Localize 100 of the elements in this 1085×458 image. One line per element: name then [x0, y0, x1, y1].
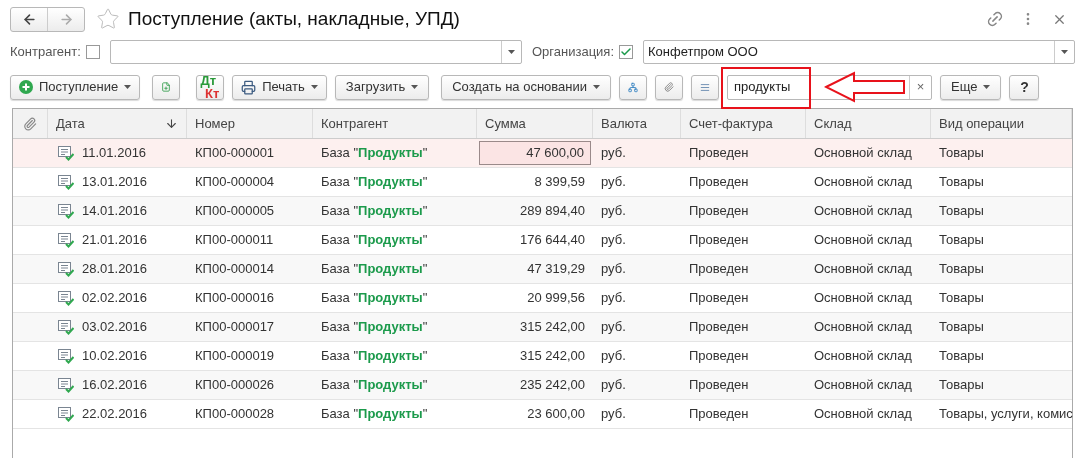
warehouse-text: Основной склад	[814, 405, 912, 424]
counterparty-text: База "Продукты"	[321, 376, 428, 395]
favorite-star-icon[interactable]	[96, 7, 120, 31]
filter-field[interactable]	[109, 40, 522, 64]
invoice-text: Проведен	[689, 231, 749, 250]
create-button[interactable]: Поступление	[10, 74, 141, 100]
warehouse-text: Основной склад	[814, 376, 912, 395]
load-button[interactable]: Загрузить	[334, 74, 430, 100]
warehouse-text: Основной склад	[814, 231, 912, 250]
currency-text: руб.	[601, 347, 626, 366]
currency-text: руб.	[601, 376, 626, 395]
counterparty-text: База "Продукты"	[321, 405, 428, 424]
currency-text: руб.	[601, 202, 626, 221]
structure-button[interactable]	[619, 74, 648, 100]
clear-button[interactable]: ×	[909, 75, 932, 99]
warehouse-text: Основной склад	[814, 347, 912, 366]
column-header[interactable]: Контрагент	[313, 109, 477, 138]
operation-text: Товары	[939, 347, 984, 366]
currency-text: руб.	[601, 260, 626, 279]
warehouse-text: Основной склад	[814, 318, 912, 337]
create-based-on-button[interactable]: Создать на основании	[441, 74, 612, 100]
counterparty-text: База "Продукты"	[321, 260, 428, 279]
currency-text: руб.	[601, 173, 626, 192]
date-text: 21.01.2016	[82, 231, 148, 250]
filter-label: Контрагент:	[10, 43, 81, 62]
amount-text: 47 319,29	[526, 260, 586, 279]
counterparty-text: База "Продукты"	[321, 318, 428, 337]
warehouse-text: Основной склад	[814, 202, 912, 221]
counterparty-text: База "Продукты"	[321, 347, 428, 366]
column-header[interactable]: Склад	[806, 109, 931, 138]
invoice-text: Проведен	[689, 202, 749, 221]
filter-checkbox[interactable]	[619, 45, 634, 59]
table-row[interactable]: 03.02.2016 КП00-000017 База "Продукты" 315 242,00 руб. Проведен Основной склад Товары	[13, 313, 1072, 342]
number-text: КП00-000026	[195, 376, 275, 395]
invoice-text: Проведен	[689, 289, 749, 308]
plus-circle-icon	[19, 80, 33, 94]
amount-text: 315 242,00	[518, 347, 586, 366]
warehouse-text: Основной склад	[814, 289, 912, 308]
paperclip-icon	[23, 116, 37, 131]
arrow-icon	[824, 70, 907, 103]
print-button[interactable]: Печать	[232, 74, 327, 100]
sort-arrow-icon	[165, 117, 178, 130]
invoice-text: Проведен	[689, 376, 749, 395]
counterparty-text: База "Продукты"	[321, 144, 428, 163]
operation-text: Товары	[939, 173, 984, 192]
date-text: 14.01.2016	[82, 202, 148, 221]
counterparty-text: База "Продукты"	[321, 231, 428, 250]
invoice-text: Проведен	[689, 347, 749, 366]
currency-text: руб.	[601, 405, 626, 424]
table-row[interactable]: 14.01.2016 КП00-000005 База "Продукты" 289 894,40 руб. Проведен Основной склад Товары	[13, 197, 1072, 226]
number-text: КП00-000016	[195, 289, 275, 308]
filter-label: Организация:	[532, 43, 615, 62]
column-header[interactable]: Сумма	[477, 109, 593, 138]
currency-text: руб.	[601, 144, 626, 163]
operation-text: Товары	[939, 376, 984, 395]
invoice-text: Проведен	[689, 405, 749, 424]
amount-text: 23 600,00	[526, 405, 586, 424]
currency-text: руб.	[601, 231, 626, 250]
amount-text: 20 999,56	[526, 289, 586, 308]
warehouse-text: Основной склад	[814, 144, 912, 163]
debit-credit-button[interactable]: Дт Кт	[196, 74, 225, 100]
date-text: 03.02.2016	[82, 318, 148, 337]
column-header[interactable]: Номер	[187, 109, 313, 138]
attach-button[interactable]	[655, 74, 684, 100]
filter-field[interactable]: Конфетпром ООО	[643, 40, 1075, 64]
amount-text: 47 600,00	[479, 141, 591, 165]
date-text: 22.02.2016	[82, 405, 148, 424]
warehouse-text: Основной склад	[814, 173, 912, 192]
number-text: КП00-000004	[195, 173, 275, 192]
filter-checkbox[interactable]	[85, 45, 100, 59]
operation-text: Товары	[939, 202, 984, 221]
file-plus-icon	[161, 79, 172, 95]
operation-text: Товары	[939, 144, 984, 163]
copy-document-button[interactable]	[152, 74, 181, 100]
search-field[interactable]: продукты ×	[727, 74, 933, 100]
counterparty-text: База "Продукты"	[321, 289, 428, 308]
table-row[interactable]: 28.01.2016 КП00-000014 База "Продукты" 47 319,29 руб. Проведен Основной склад Товары	[13, 255, 1072, 284]
list-button[interactable]	[691, 74, 720, 100]
caret-icon	[508, 50, 515, 54]
column-header[interactable]: Вид операции	[931, 109, 1072, 138]
table-row[interactable]: 11.01.2016 КП00-000001 База "Продукты" 47 600,00 руб. Проведен Основной склад Товары	[13, 139, 1072, 168]
help-button[interactable]: ?	[1009, 74, 1040, 100]
column-header[interactable]: Дата	[48, 109, 187, 138]
currency-text: руб.	[601, 318, 626, 337]
operation-text: Товары	[939, 260, 984, 279]
amount-text: 289 894,40	[518, 202, 586, 221]
date-text: 13.01.2016	[82, 173, 148, 192]
operation-text: Товары	[939, 318, 984, 337]
counterparty-text: База "Продукты"	[321, 202, 428, 221]
paperclip-icon	[664, 80, 675, 94]
operation-text: Товары	[939, 231, 984, 250]
column-header[interactable]: Счет-фактура	[681, 109, 806, 138]
invoice-text: Проведен	[689, 318, 749, 337]
more-button[interactable]: Еще	[940, 74, 1002, 100]
number-text: КП00-000017	[195, 318, 275, 337]
column-header[interactable]: Валюта	[593, 109, 681, 138]
date-text: 11.01.2016	[82, 144, 147, 163]
amount-text: 315 242,00	[518, 318, 586, 337]
table-row[interactable]: 16.02.2016 КП00-000026 База "Продукты" 235 242,00 руб. Проведен Основной склад Товары	[13, 371, 1072, 400]
date-text: 16.02.2016	[82, 376, 148, 395]
